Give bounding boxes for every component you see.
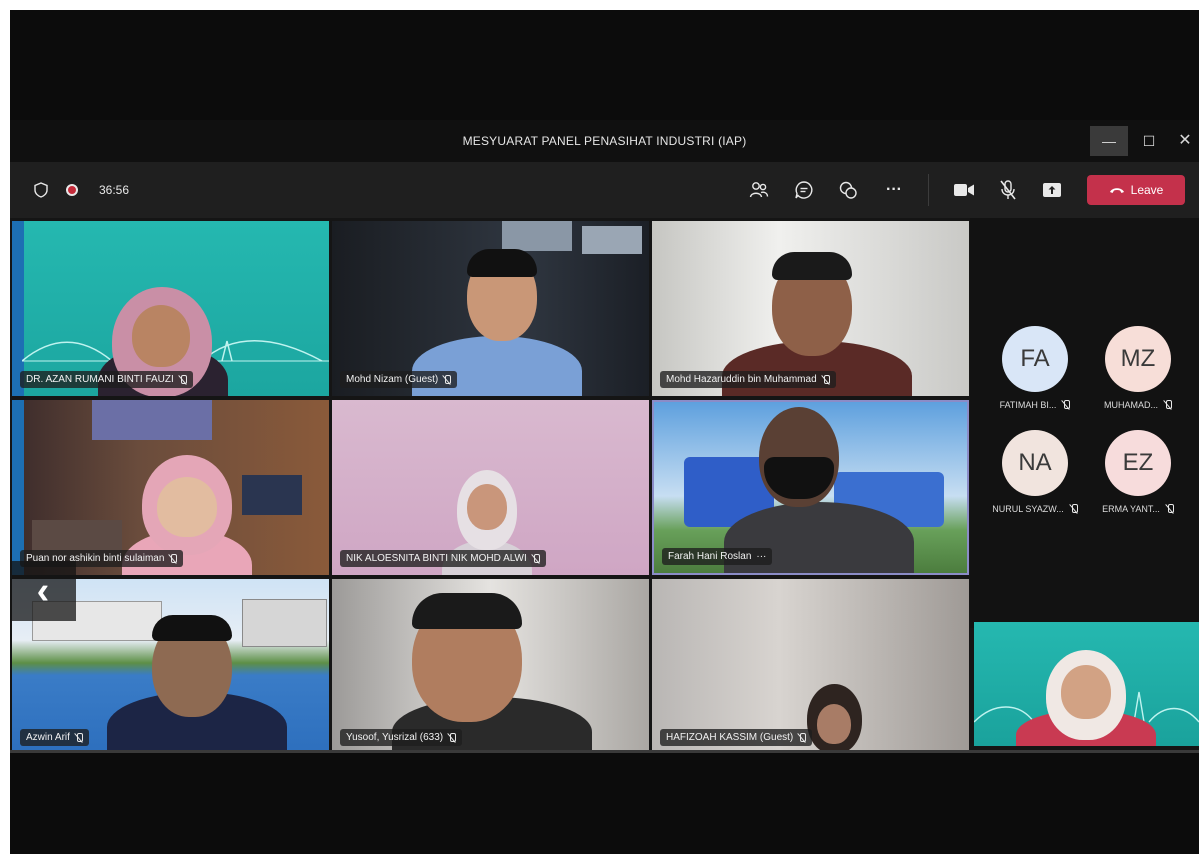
leave-button[interactable]: Leave	[1087, 175, 1185, 205]
meeting-timer: 36:56	[98, 183, 130, 197]
participant-name-label: HAFIZOAH KASSIM (Guest)	[660, 729, 813, 746]
previous-page-button[interactable]: ‹	[10, 561, 76, 621]
participant-name-label: Mohd Hazaruddin bin Muhammad	[660, 371, 836, 388]
mic-off-icon	[532, 553, 540, 564]
title-bar: MESYUARAT PANEL PENASIHAT INDUSTRI (IAP)…	[10, 120, 1199, 162]
chat-icon[interactable]	[790, 176, 818, 204]
meeting-toolbar: 36:56 ··· Leave	[10, 162, 1199, 218]
close-button[interactable]: ✕	[1166, 126, 1199, 156]
record-icon	[62, 176, 82, 204]
avatar-initials: EZ	[1122, 449, 1154, 476]
mic-off-icon	[448, 732, 457, 743]
bottom-bar	[10, 750, 1199, 854]
participant-name-label: DR. AZAN RUMANI BINTI FAUZI	[20, 371, 193, 388]
participant-avatar-name: ERMA YANT...	[1091, 504, 1185, 514]
meeting-title: MESYUARAT PANEL PENASIHAT INDUSTRI (IAP)	[462, 134, 747, 148]
phone-icon	[1109, 188, 1124, 193]
avatar-initials: FA	[1020, 345, 1050, 372]
participant-tile[interactable]: Puan nor ashikin binti sulaiman	[12, 400, 329, 575]
teams-meeting-window: MESYUARAT PANEL PENASIHAT INDUSTRI (IAP)…	[10, 10, 1199, 854]
mic-off-icon	[822, 374, 830, 385]
share-icon[interactable]	[1038, 176, 1066, 204]
mic-off-icon	[1062, 400, 1071, 410]
maximize-button[interactable]: ☐	[1130, 126, 1168, 156]
participant-tile[interactable]: Mohd Hazaruddin bin Muhammad	[652, 221, 969, 396]
toolbar-divider	[928, 174, 929, 206]
mic-off-icon	[179, 374, 187, 385]
avatar-initials: MZ	[1120, 345, 1156, 372]
participant-overflow-panel: FA FATIMAH BI... MZ MUHAMAD... NA NURUL …	[970, 218, 1199, 628]
participant-tile[interactable]: HAFIZOAH KASSIM (Guest)	[652, 579, 969, 754]
mic-off-icon	[798, 732, 807, 743]
participant-tile-active[interactable]: Farah Hani Roslan ···	[652, 400, 969, 575]
mic-off-icon	[75, 732, 83, 743]
mic-off-icon	[169, 553, 178, 564]
participant-avatar[interactable]: FA	[1002, 326, 1068, 392]
avatar-initials: NA	[1018, 449, 1052, 476]
participant-avatar-name: FATIMAH BI...	[988, 400, 1082, 410]
participant-avatar-name: NURUL SYAZW...	[988, 504, 1082, 514]
mic-off-icon	[1070, 504, 1078, 514]
self-view-tile[interactable]	[974, 622, 1199, 746]
mic-off-icon	[1166, 504, 1174, 514]
participant-avatar[interactable]: NA	[1002, 430, 1068, 496]
people-icon[interactable]	[745, 176, 773, 204]
participant-name-label: Farah Hani Roslan ···	[662, 548, 773, 565]
participant-avatar[interactable]: EZ	[1105, 430, 1171, 496]
participant-tile[interactable]: DR. AZAN RUMANI BINTI FAUZI	[12, 221, 329, 396]
shield-icon[interactable]	[30, 176, 52, 204]
participant-name-label: Mohd Nizam (Guest)	[340, 371, 458, 388]
leave-label: Leave	[1130, 183, 1164, 197]
camera-icon[interactable]	[950, 176, 978, 204]
participant-avatar-name: MUHAMAD...	[1091, 400, 1185, 410]
participant-name-label: Yusoof, Yusrizal (633)	[340, 729, 463, 746]
more-options-icon[interactable]: ···	[756, 551, 766, 562]
mic-off-icon[interactable]	[994, 176, 1022, 204]
participant-tile[interactable]: Yusoof, Yusrizal (633)	[332, 579, 649, 754]
minimize-button[interactable]: —	[1090, 126, 1128, 156]
participant-avatar[interactable]: MZ	[1105, 326, 1171, 392]
mic-off-icon	[443, 374, 452, 385]
more-icon[interactable]: ···	[880, 176, 908, 204]
participant-name-label: Azwin Arif	[20, 729, 89, 746]
participant-tile[interactable]: Mohd Nizam (Guest)	[332, 221, 649, 396]
participant-name-label: NIK ALOESNITA BINTI NIK MOHD ALWI	[340, 550, 546, 567]
participant-tile[interactable]: NIK ALOESNITA BINTI NIK MOHD ALWI	[332, 400, 649, 575]
mic-off-icon	[1164, 400, 1172, 410]
reactions-icon[interactable]	[834, 176, 862, 204]
